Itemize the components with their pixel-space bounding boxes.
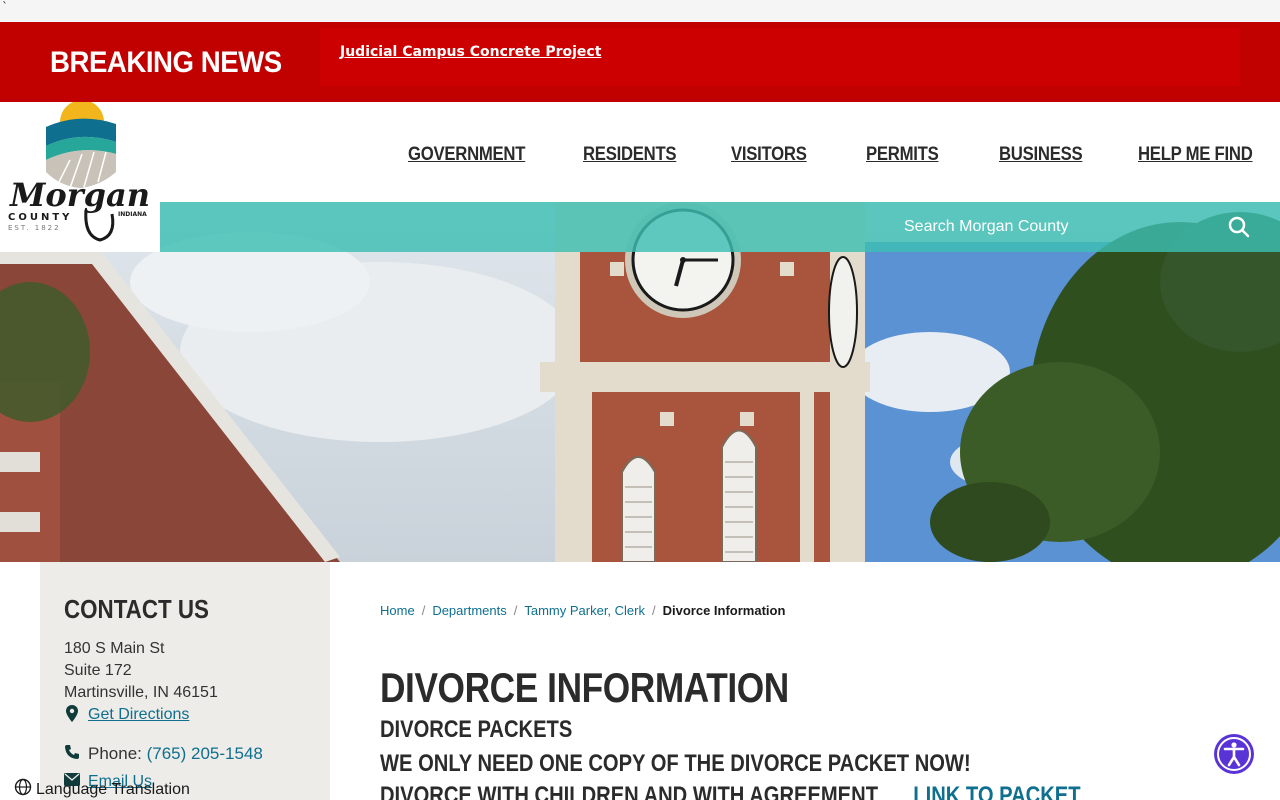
- divorce-packets-heading: DIVORCE PACKETS: [380, 716, 573, 743]
- nav-residents[interactable]: RESIDENTS: [583, 144, 677, 166]
- breadcrumb-separator: /: [421, 603, 426, 618]
- address-line-2: Suite 172: [64, 662, 132, 679]
- language-translation[interactable]: Language Translation: [14, 778, 190, 800]
- with-children-heading-text: DIVORCE WITH CHILDREN AND WITH AGREEMENT: [380, 782, 879, 800]
- logo-county-text: COUNTY: [8, 212, 72, 223]
- breaking-news-bar: BREAKING NEWS Judicial Campus Concrete P…: [0, 22, 1280, 102]
- logo-est-text: EST. 1822: [8, 224, 61, 232]
- breaking-news-box: Judicial Campus Concrete Project: [320, 28, 1240, 86]
- nav-permits[interactable]: PERMITS: [866, 144, 939, 166]
- county-logo-graphic: Morgan COUNTY INDIANA EST. 1822: [8, 100, 150, 242]
- breadcrumb-home[interactable]: Home: [380, 603, 415, 618]
- contact-title: CONTACT US: [64, 594, 209, 624]
- phone-label: Phone:: [88, 744, 147, 763]
- top-strip: `: [0, 0, 1280, 22]
- phone-link[interactable]: (765) 205-1548: [147, 744, 263, 763]
- breaking-news-link[interactable]: Judicial Campus Concrete Project: [340, 44, 601, 60]
- breaking-news-title: BREAKING NEWS: [50, 46, 282, 79]
- search-input[interactable]: Search Morgan County: [904, 218, 1069, 236]
- nav-visitors[interactable]: VISITORS: [731, 144, 807, 166]
- page-title: DIVORCE INFORMATION: [380, 664, 789, 711]
- phone-row: Phone: (765) 205-1548: [88, 744, 263, 764]
- contact-sidebar: CONTACT US 180 S Main St Suite 172 Marti…: [40, 562, 330, 800]
- address-line-3: Martinsville, IN 46151: [64, 684, 218, 701]
- accessibility-button[interactable]: [1214, 734, 1254, 774]
- one-copy-heading: WE ONLY NEED ONE COPY OF THE DIVORCE PAC…: [380, 750, 971, 777]
- breadcrumb-current: Divorce Information: [662, 603, 786, 618]
- map-pin-icon: [66, 705, 78, 728]
- nav-business[interactable]: BUSINESS: [999, 144, 1083, 166]
- nav-help-me-find[interactable]: HELP ME FIND: [1138, 144, 1253, 166]
- search-bar: Search Morgan County: [160, 202, 1280, 252]
- search-icon[interactable]: [1228, 216, 1250, 238]
- nav-government[interactable]: GOVERNMENT: [408, 144, 525, 166]
- language-label: Language Translation: [36, 780, 190, 798]
- breadcrumb-departments[interactable]: Departments: [432, 603, 506, 618]
- with-children-heading: DIVORCE WITH CHILDREN AND WITH AGREEMENT…: [380, 782, 1081, 800]
- get-directions-link[interactable]: Get Directions: [88, 706, 189, 724]
- address-line-1: 180 S Main St: [64, 640, 165, 657]
- breadcrumb-separator: /: [513, 603, 518, 618]
- link-to-packet[interactable]: LINK TO PACKET: [913, 782, 1080, 800]
- logo-name-text: Morgan: [9, 176, 150, 214]
- globe-icon: [14, 778, 32, 800]
- top-strip-mark: `: [2, 0, 8, 14]
- breadcrumb: Home / Departments / Tammy Parker, Clerk / Div…: [380, 603, 785, 618]
- breadcrumb-clerk[interactable]: Tammy Parker, Clerk: [524, 603, 645, 618]
- hero-courthouse-image: [0, 202, 1280, 562]
- phone-icon: [64, 744, 80, 765]
- logo-state-text: INDIANA: [118, 211, 147, 218]
- accessibility-icon: [1217, 737, 1251, 771]
- main-nav: GOVERNMENT RESIDENTS VISITORS PERMITS BU…: [0, 144, 1280, 174]
- county-logo[interactable]: Morgan COUNTY INDIANA EST. 1822: [0, 100, 160, 252]
- breadcrumb-separator: /: [652, 603, 656, 618]
